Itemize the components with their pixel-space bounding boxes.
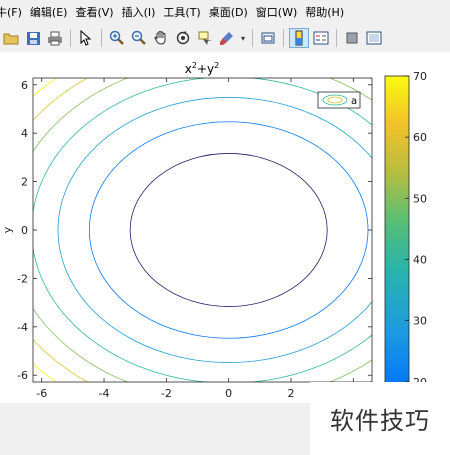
legend-label: a bbox=[351, 96, 357, 107]
contour-level-60 bbox=[33, 78, 372, 382]
colorbar-icon[interactable] bbox=[289, 28, 309, 48]
rotate-3d-icon[interactable] bbox=[173, 28, 193, 48]
zoom-out-icon[interactable] bbox=[129, 28, 149, 48]
x-tick-label: -2 bbox=[161, 387, 172, 400]
contour-level-30 bbox=[57, 97, 372, 363]
brush-dropdown-icon[interactable]: ▾ bbox=[239, 28, 247, 48]
colorbar-tick-label: 40 bbox=[413, 253, 427, 266]
brush-icon[interactable] bbox=[217, 28, 237, 48]
pan-hand-icon[interactable] bbox=[151, 28, 171, 48]
zoom-in-icon[interactable] bbox=[107, 28, 127, 48]
open-folder-icon[interactable] bbox=[1, 28, 21, 48]
menu-tools[interactable]: 工具(T) bbox=[159, 4, 204, 20]
print-icon[interactable] bbox=[45, 28, 65, 48]
x-tick-label: 0 bbox=[225, 387, 232, 400]
menu-file[interactable]: 牛(F) bbox=[0, 4, 26, 20]
watermark: 软件技巧 bbox=[310, 382, 450, 455]
contour-level-10 bbox=[129, 153, 328, 307]
save-icon[interactable] bbox=[23, 28, 43, 48]
colorbar-gradient bbox=[384, 75, 410, 395]
menu-help[interactable]: 帮助(H) bbox=[301, 4, 348, 20]
toolbar-separator bbox=[101, 29, 102, 47]
contour-level-40 bbox=[33, 78, 372, 382]
x-tick-label: -4 bbox=[99, 387, 110, 400]
y-tick-label: -4 bbox=[17, 321, 28, 334]
pointer-icon[interactable] bbox=[76, 28, 96, 48]
y-tick-label: 6 bbox=[21, 79, 28, 92]
chart-title: x2+y2 bbox=[185, 61, 219, 76]
toolbar-separator bbox=[70, 29, 71, 47]
contour-plot: x2+y2 y -6-4-20246420-2-4-6 a 7060504030… bbox=[1, 61, 427, 400]
axis-ticks: -6-4-20246420-2-4-6 bbox=[17, 78, 372, 400]
colorbar-tick-label: 30 bbox=[413, 315, 427, 328]
y-tick-label: 0 bbox=[21, 224, 28, 237]
y-tick-label: -2 bbox=[17, 272, 28, 285]
menu-window[interactable]: 窗口(W) bbox=[252, 4, 301, 20]
hide-plot-tools-icon[interactable] bbox=[342, 28, 362, 48]
x-tick-label: 2 bbox=[287, 387, 294, 400]
y-tick-label: 2 bbox=[21, 176, 28, 189]
colorbar: 706050403020 bbox=[384, 70, 427, 395]
menu-bar: 牛(F) 编辑(E) 查看(V) 插入(I) 工具(T) 桌面(D) 窗口(W)… bbox=[0, 0, 450, 24]
menu-view[interactable]: 查看(V) bbox=[71, 4, 117, 20]
show-plot-tools-icon[interactable] bbox=[364, 28, 384, 48]
legend-icon[interactable] bbox=[311, 28, 331, 48]
contour-level-20 bbox=[88, 121, 369, 339]
y-tick-label: 4 bbox=[21, 127, 28, 140]
contour-level-70 bbox=[33, 78, 58, 382]
menu-insert[interactable]: 插入(I) bbox=[118, 4, 160, 20]
figure-toolbar: ▾ bbox=[0, 24, 450, 53]
colorbar-tick-label: 60 bbox=[413, 131, 427, 144]
x-tick-label: -6 bbox=[36, 387, 47, 400]
data-cursor-icon[interactable] bbox=[195, 28, 215, 48]
link-plot-icon[interactable] bbox=[258, 28, 278, 48]
toolbar-separator bbox=[283, 29, 284, 47]
legend[interactable]: a bbox=[317, 91, 361, 109]
menu-edit[interactable]: 编辑(E) bbox=[26, 4, 72, 20]
y-axis-label: y bbox=[1, 226, 14, 233]
colorbar-tick-label: 50 bbox=[413, 192, 427, 205]
contour-level-50 bbox=[33, 78, 372, 382]
toolbar-separator bbox=[336, 29, 337, 47]
colorbar-tick-label: 70 bbox=[413, 70, 427, 83]
contour-lines bbox=[33, 78, 372, 382]
toolbar-separator bbox=[252, 29, 253, 47]
figure-canvas: x2+y2 y -6-4-20246420-2-4-6 a 7060504030… bbox=[0, 52, 450, 455]
menu-desktop[interactable]: 桌面(D) bbox=[205, 4, 252, 20]
y-tick-label: -6 bbox=[17, 369, 28, 382]
